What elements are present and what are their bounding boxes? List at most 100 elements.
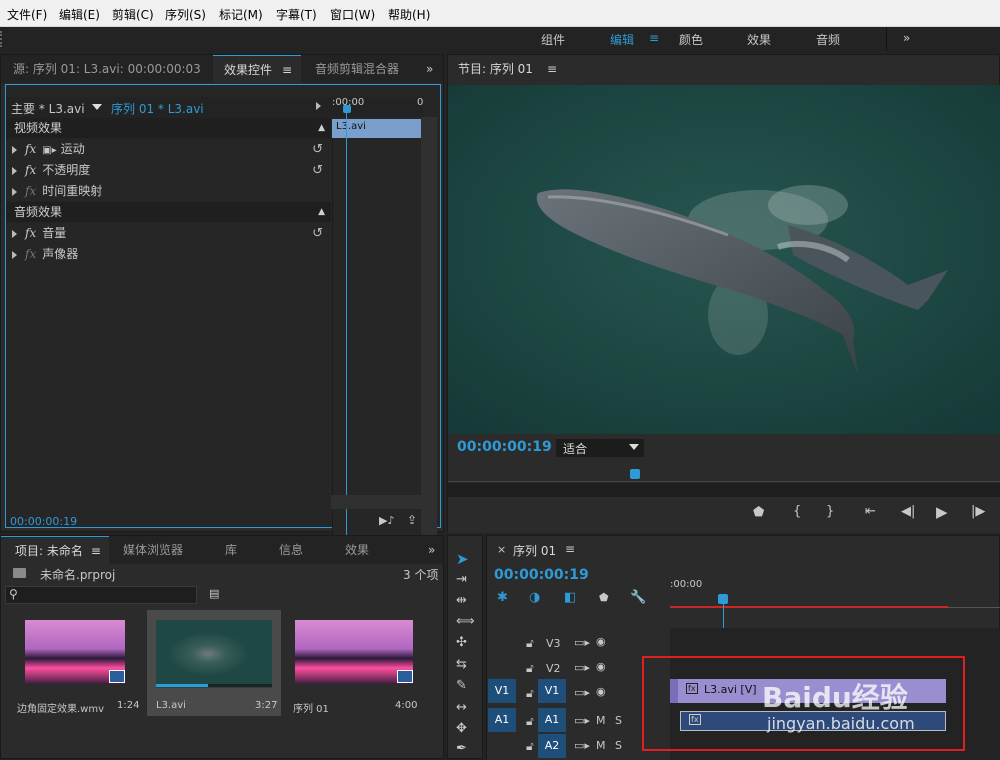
zoom-dropdown[interactable]: 适合 [556, 439, 644, 457]
step-forward-icon[interactable]: |▶ [971, 504, 985, 519]
menu-clip[interactable]: 剪辑(C) [112, 6, 154, 23]
tab-audio-clip-mixer[interactable]: 音频剪辑混合器 [315, 55, 399, 83]
panel-menu-icon[interactable]: ≡ [565, 542, 575, 556]
playhead-handle[interactable] [343, 105, 351, 113]
workspace-effects[interactable]: 效果 [747, 31, 771, 48]
effect-row-volume[interactable]: fx 音量 ↺ [6, 223, 331, 244]
tab-effects[interactable]: 效果 [345, 536, 369, 564]
menu-marker[interactable]: 标记(M) [219, 6, 263, 23]
menu-window[interactable]: 窗口(W) [330, 6, 375, 23]
collapse-icon[interactable]: ▲ [318, 202, 325, 223]
timeline-timecode[interactable]: 00:00:00:19 [494, 567, 589, 583]
hand-tool-icon[interactable]: ✒ [456, 741, 467, 756]
sync-lock-icon[interactable]: ▭▸ [574, 739, 590, 752]
timeline-tab[interactable]: 序列 01 [513, 542, 556, 559]
track-select-tool-icon[interactable]: ⇥ [456, 572, 467, 587]
track-lock-icon[interactable]: 🔓︎ [526, 714, 534, 729]
workspace-editing[interactable]: 编辑 [610, 31, 634, 48]
rolling-edit-tool-icon[interactable]: ⟺ [456, 614, 475, 629]
workspace-assembly[interactable]: 组件 [541, 31, 565, 48]
track-name-a2[interactable]: A2 [538, 734, 566, 758]
add-marker-icon[interactable]: ⬟ [753, 505, 764, 520]
menu-title[interactable]: 字幕(T) [276, 6, 317, 23]
tab-source[interactable]: 源: 序列 01: L3.avi: 00:00:00:03 [13, 55, 201, 83]
track-lock-icon[interactable]: 🔓︎ [526, 636, 534, 651]
project-item-selected[interactable]: L3.avi 3:27 [147, 610, 281, 716]
dropdown-icon[interactable] [92, 104, 102, 110]
panel-menu-icon[interactable]: ≡ [282, 63, 292, 77]
tab-media-browser[interactable]: 媒体浏览器 [123, 536, 183, 564]
sync-lock-icon[interactable]: ▭▸ [574, 686, 590, 699]
eye-icon[interactable]: ◉ [596, 685, 606, 698]
sync-lock-icon[interactable]: ▭▸ [574, 714, 590, 727]
overflow-icon[interactable]: » [426, 55, 433, 83]
workspace-color[interactable]: 颜色 [679, 31, 703, 48]
source-patch-v1[interactable]: V1 [488, 679, 516, 703]
solo-button[interactable]: S [615, 714, 622, 727]
solo-button[interactable]: S [615, 739, 622, 752]
monitor-scrollbar[interactable] [448, 483, 1000, 497]
workspace-audio[interactable]: 音频 [816, 31, 840, 48]
mute-button[interactable]: M [596, 739, 606, 752]
linked-selection-icon[interactable]: ◧ [564, 590, 576, 605]
track-name-v2[interactable]: V2 [546, 662, 561, 675]
menu-file[interactable]: 文件(F) [7, 6, 47, 23]
track-lock-icon[interactable]: 🔓︎ [526, 739, 534, 754]
mark-in-icon[interactable]: { [793, 504, 801, 519]
menu-edit[interactable]: 编辑(E) [59, 6, 100, 23]
tab-effect-controls[interactable]: 效果控件 ≡ [213, 55, 301, 83]
program-monitor-title[interactable]: 节目: 序列 01 [458, 55, 533, 83]
menu-sequence[interactable]: 序列(S) [165, 6, 206, 23]
play-icon[interactable]: ▶ [936, 503, 948, 521]
step-back-icon[interactable]: ◀| [901, 504, 915, 519]
ripple-edit-tool-icon[interactable]: ⇹ [456, 593, 467, 608]
play-only-icon[interactable] [316, 102, 321, 110]
snap-icon[interactable]: ◑ [529, 590, 540, 605]
add-marker-icon[interactable]: ⬟ [599, 591, 609, 604]
track-name-v1[interactable]: V1 [538, 679, 566, 703]
close-icon[interactable]: × [497, 543, 506, 556]
panel-menu-icon[interactable]: ≡ [547, 55, 557, 83]
razor-tool-icon[interactable]: ⇆ [456, 657, 467, 672]
mark-out-icon[interactable]: } [826, 504, 834, 519]
play-audio-icon[interactable]: ▶♪ [379, 514, 394, 527]
tab-project[interactable]: 项目: 未命名 ≡ [1, 536, 109, 564]
program-timecode[interactable]: 00:00:00:19 [457, 439, 552, 455]
effect-row-time-remap[interactable]: fx 时间重映射 [6, 181, 331, 202]
work-area-bar[interactable] [670, 606, 948, 608]
search-input[interactable]: ⚲ [5, 586, 197, 604]
slide-tool-icon[interactable]: ↔ [456, 700, 467, 715]
pen-tool-icon[interactable]: ✥ [456, 721, 467, 736]
track-lock-icon[interactable]: 🔓︎ [526, 686, 534, 701]
effect-row-panner[interactable]: fx 声像器 [6, 244, 331, 265]
eye-icon[interactable]: ◉ [596, 635, 606, 648]
sync-lock-icon[interactable]: ▭▸ [574, 636, 590, 649]
vertical-scrollbar[interactable] [421, 117, 437, 549]
master-clip-label[interactable]: 主要 * L3.avi [11, 100, 85, 117]
menu-help[interactable]: 帮助(H) [388, 6, 430, 23]
reset-icon[interactable]: ↺ [312, 160, 323, 181]
collapse-icon[interactable]: ▲ [318, 118, 325, 139]
program-playhead[interactable] [630, 469, 640, 479]
overflow-icon[interactable]: » [428, 536, 435, 564]
workspace-overflow-icon[interactable]: » [903, 31, 910, 45]
project-item[interactable]: 序列 01 4:00 [287, 610, 417, 715]
reset-icon[interactable]: ↺ [312, 223, 323, 244]
track-lock-icon[interactable]: 🔓︎ [526, 661, 534, 676]
sync-lock-icon[interactable]: ▭▸ [574, 661, 590, 674]
wrench-icon[interactable]: 🔧 [630, 590, 646, 605]
effect-row-motion[interactable]: fx ▣▸ 运动 ↺ [6, 139, 331, 160]
horizontal-scrollbar[interactable] [331, 495, 437, 509]
eye-icon[interactable]: ◉ [596, 660, 606, 673]
tab-libraries[interactable]: 库 [225, 536, 237, 564]
tab-info[interactable]: 信息 [279, 536, 303, 564]
monitor-ruler[interactable] [448, 468, 1000, 482]
track-name-a1[interactable]: A1 [538, 708, 566, 732]
mute-button[interactable]: M [596, 714, 606, 727]
effect-controls-timecode[interactable]: 00:00:00:19 [10, 515, 77, 528]
track-name-v3[interactable]: V3 [546, 637, 561, 650]
effect-row-opacity[interactable]: fx 不透明度 ↺ [6, 160, 331, 181]
slip-tool-icon[interactable]: ✎ [456, 678, 467, 693]
project-item[interactable]: 边角固定效果.wmv 1:24 [9, 610, 139, 715]
selection-tool-icon[interactable]: ➤ [456, 550, 469, 568]
